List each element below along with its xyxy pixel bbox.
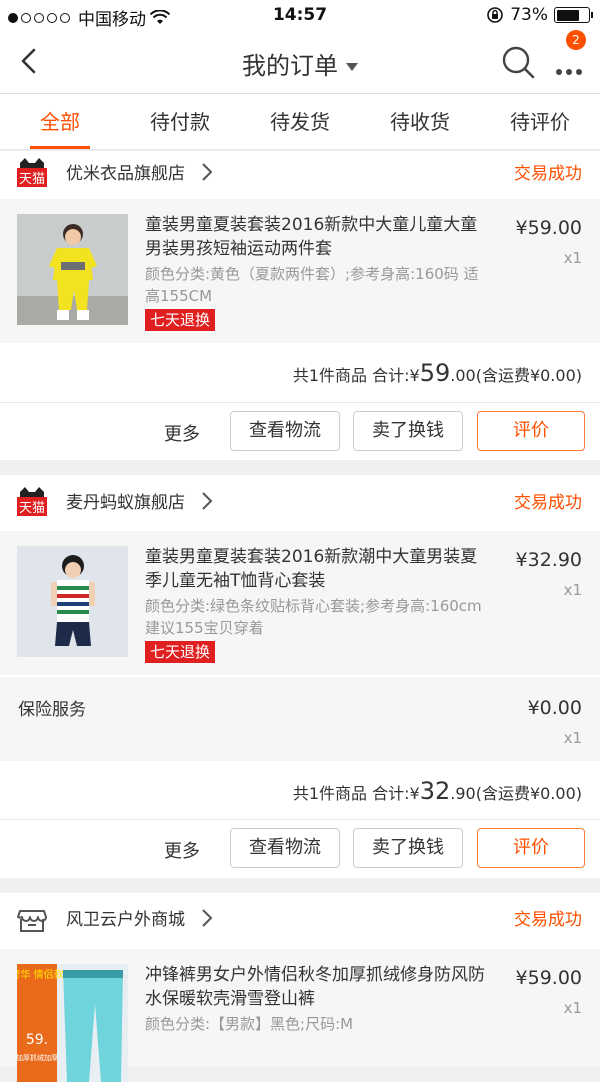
chevron-right-icon xyxy=(202,909,213,927)
active-tab-indicator xyxy=(30,146,90,149)
battery-percent: 73% xyxy=(510,5,548,25)
tmall-badge-label: 天猫 xyxy=(19,501,45,516)
more-link[interactable]: 更多 xyxy=(164,837,200,863)
shop-header[interactable]: 天猫 麦丹蚂蚁旗舰店 交易成功 xyxy=(0,480,600,524)
insurance-service-row[interactable]: 保险服务 ¥0.00 x1 xyxy=(0,677,600,761)
product-title: 冲锋裤男女户外情侣秋冬加厚抓绒修身防风防水保暖软壳滑雪登山裤 xyxy=(145,965,485,1009)
order-summary: 共1件商品 合计:¥59.00(含运费¥0.00) xyxy=(293,359,582,387)
status-bar: 中国移动 14:57 73% xyxy=(0,0,600,32)
order-card: 天猫 麦丹蚂蚁旗舰店 交易成功 童装男童夏装套装2016新款潮中大童男装夏季儿童… xyxy=(0,475,600,878)
order-item[interactable]: 奢华 情侣款 59. 加厚抓绒加厚 冲锋裤男女户外情侣秋冬加厚抓绒修身防风防水保… xyxy=(0,949,600,1082)
order-status: 交易成功 xyxy=(514,493,582,513)
rotation-lock-icon xyxy=(487,7,504,23)
shop-name: 麦丹蚂蚁旗舰店 xyxy=(66,493,185,513)
battery-icon xyxy=(554,7,593,23)
product-image xyxy=(17,546,128,657)
tab-all[interactable]: 全部 xyxy=(0,94,120,150)
tmall-badge-label: 天猫 xyxy=(19,172,45,187)
view-logistics-button[interactable]: 查看物流 xyxy=(230,828,340,868)
dropdown-caret-icon xyxy=(346,63,358,71)
product-sku: 颜色分类:绿色条纹贴标背心套装;参考身高:160cm建议155宝贝穿着 xyxy=(145,597,482,637)
thumb-promo-label: 奢华 情侣款 xyxy=(17,968,64,981)
nav-bar: 我的订单 2 xyxy=(0,30,600,94)
more-link[interactable]: 更多 xyxy=(164,420,200,446)
review-button[interactable]: 评价 xyxy=(477,411,585,451)
thumb-sub-label: 加厚抓绒加厚 xyxy=(17,1053,58,1062)
product-image: 奢华 情侣款 59. 加厚抓绒加厚 xyxy=(17,964,128,1082)
summary-total: 32 xyxy=(419,777,451,805)
shop-header[interactable]: 天猫 优米衣品旗舰店 交易成功 xyxy=(0,151,600,195)
order-tabs: 全部 待付款 待发货 待收货 待评价 xyxy=(0,94,600,150)
page-title-label: 我的订单 xyxy=(242,52,338,80)
seven-day-return-tag: 七天退换 xyxy=(145,641,216,663)
tab-pending-receipt[interactable]: 待收货 xyxy=(360,94,480,150)
notification-badge: 2 xyxy=(566,30,586,50)
order-status: 交易成功 xyxy=(514,164,582,184)
product-quantity: x1 xyxy=(563,249,582,267)
chevron-right-icon xyxy=(202,163,213,181)
service-quantity: x1 xyxy=(563,729,582,747)
product-image xyxy=(17,214,128,325)
product-price: ¥59.00 xyxy=(515,217,582,239)
view-logistics-button[interactable]: 查看物流 xyxy=(230,411,340,451)
thumb-price-label: 59. xyxy=(26,1032,48,1048)
summary-prefix: 共1件商品 合计:¥ xyxy=(292,784,420,803)
product-title: 童装男童夏装套装2016新款中大童儿童大童男装男孩短袖运动两件套 xyxy=(145,215,478,259)
divider xyxy=(0,402,600,403)
product-sku: 颜色分类:黄色（夏款两件套）;参考身高:160码 适高155CM xyxy=(145,265,479,305)
product-quantity: x1 xyxy=(563,581,582,599)
shop-header[interactable]: 风卫云户外商城 交易成功 xyxy=(0,897,600,941)
summary-cents: .90 xyxy=(450,784,476,803)
order-status: 交易成功 xyxy=(514,910,582,930)
search-icon[interactable] xyxy=(500,44,536,80)
summary-shipping: (含运费¥0.00) xyxy=(475,366,582,385)
product-sku: 颜色分类:【男款】黑色;尺码:M xyxy=(145,1015,354,1033)
shop-name: 风卫云户外商城 xyxy=(66,910,185,930)
resell-button[interactable]: 卖了换钱 xyxy=(353,828,463,868)
product-price: ¥59.00 xyxy=(515,967,582,989)
product-quantity: x1 xyxy=(563,999,582,1017)
review-button[interactable]: 评价 xyxy=(477,828,585,868)
tab-pending-payment[interactable]: 待付款 xyxy=(120,94,240,150)
divider xyxy=(0,819,600,820)
service-name: 保险服务 xyxy=(18,700,86,720)
summary-shipping: (含运费¥0.00) xyxy=(475,784,582,803)
more-menu-icon[interactable] xyxy=(552,46,586,80)
summary-total: 59 xyxy=(419,359,451,387)
tmall-icon: 天猫 xyxy=(17,487,47,516)
order-item[interactable]: 童装男童夏装套装2016新款中大童儿童大童男装男孩短袖运动两件套 颜色分类:黄色… xyxy=(0,199,600,343)
tmall-icon: 天猫 xyxy=(17,158,47,187)
store-icon xyxy=(17,910,47,932)
summary-prefix: 共1件商品 合计:¥ xyxy=(292,366,420,385)
summary-cents: .00 xyxy=(450,366,476,385)
shop-name: 优米衣品旗舰店 xyxy=(66,164,185,184)
order-card: 天猫 优米衣品旗舰店 交易成功 童装男童夏装套装2016新款中大童儿童大童男装男… xyxy=(0,151,600,460)
tab-pending-review[interactable]: 待评价 xyxy=(480,94,600,150)
order-item[interactable]: 童装男童夏装套装2016新款潮中大童男装夏季儿童无袖T恤背心套装 颜色分类:绿色… xyxy=(0,531,600,675)
seven-day-return-tag: 七天退换 xyxy=(145,309,216,331)
resell-button[interactable]: 卖了换钱 xyxy=(353,411,463,451)
product-price: ¥32.90 xyxy=(515,549,582,571)
service-price: ¥0.00 xyxy=(527,697,582,719)
order-summary: 共1件商品 合计:¥32.90(含运费¥0.00) xyxy=(293,777,582,805)
tab-pending-shipment[interactable]: 待发货 xyxy=(240,94,360,150)
order-card: 风卫云户外商城 交易成功 奢华 情侣款 59. 加厚抓绒加厚 冲锋裤男女户外情侣… xyxy=(0,893,600,1082)
chevron-right-icon xyxy=(202,492,213,510)
product-title: 童装男童夏装套装2016新款潮中大童男装夏季儿童无袖T恤背心套装 xyxy=(145,547,478,591)
